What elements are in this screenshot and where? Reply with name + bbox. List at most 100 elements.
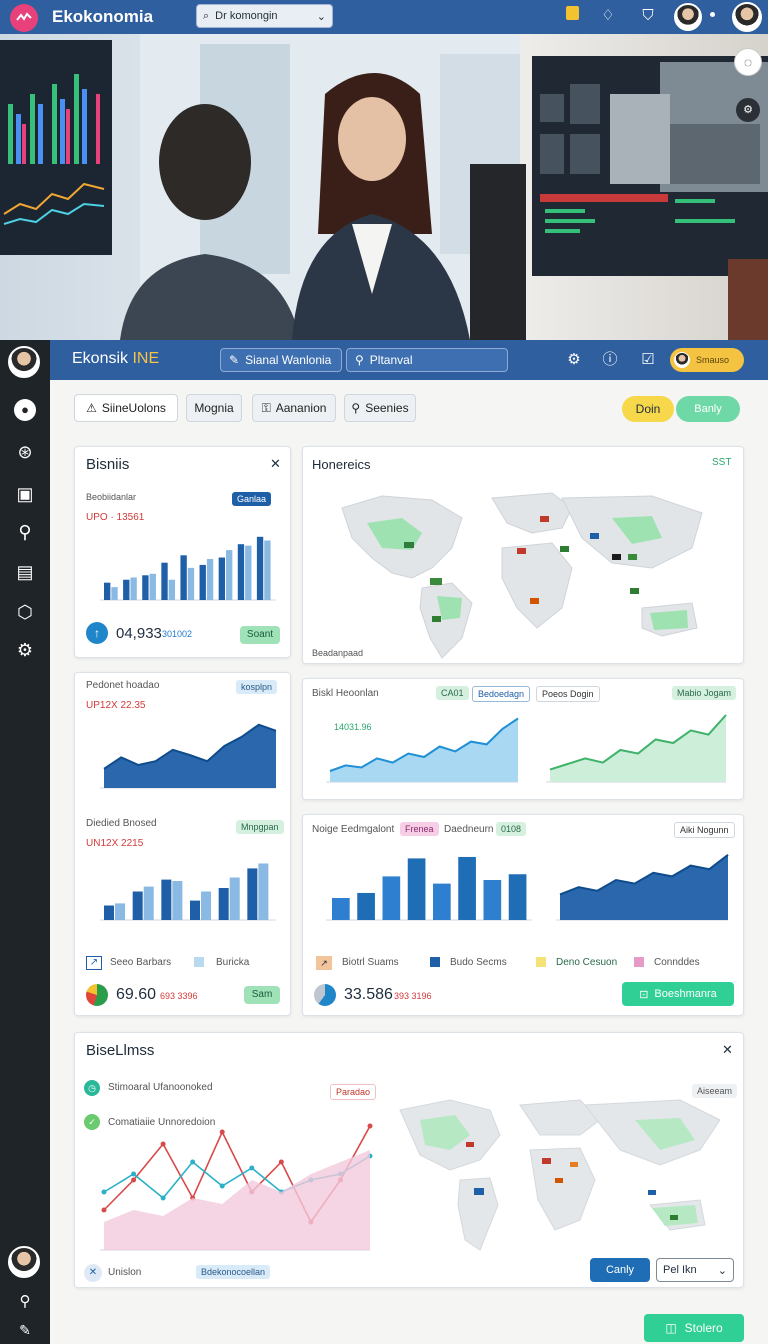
sidebar-avatar[interactable] bbox=[8, 346, 40, 378]
tab-mognia[interactable]: Mognia bbox=[186, 394, 242, 422]
bar-panel-tag4[interactable]: Aiki Nogunn bbox=[674, 822, 735, 838]
chevron-down-icon: ⌄ bbox=[717, 1264, 727, 1277]
search-icon[interactable]: ⚲ bbox=[13, 520, 37, 544]
bar bbox=[161, 562, 168, 600]
series-point bbox=[160, 1195, 166, 1201]
doin-button[interactable]: Doin bbox=[622, 396, 674, 422]
tab-seenies[interactable]: ⚲ Seenies bbox=[344, 394, 416, 422]
donut-icon-right bbox=[314, 984, 336, 1006]
legend-swatch-2 bbox=[430, 957, 440, 967]
profile-avatar[interactable] bbox=[732, 2, 762, 32]
app-logo-icon[interactable] bbox=[10, 4, 38, 32]
area-fill bbox=[330, 718, 518, 782]
series-point bbox=[131, 1171, 137, 1177]
cube-icon[interactable]: ⬡ bbox=[13, 600, 37, 624]
security-icon[interactable]: ⛉ bbox=[638, 6, 658, 26]
info-icon[interactable]: ⓘ bbox=[600, 350, 620, 370]
document-icon[interactable]: ▣ bbox=[13, 482, 37, 506]
tab-aananion[interactable]: ⚿ Aananion bbox=[252, 394, 336, 422]
bar bbox=[199, 564, 206, 600]
inner-search-1[interactable]: ✎ Sianal Wanlonia bbox=[220, 348, 342, 372]
bar bbox=[111, 587, 118, 600]
chart-icon: ⊡ bbox=[639, 988, 649, 1001]
bisnis-card-title: Bisniis bbox=[86, 456, 130, 473]
bottom-foot: Unislon bbox=[108, 1267, 142, 1278]
bar-panel-tag3[interactable]: 0108 bbox=[496, 822, 527, 836]
bottom-tag[interactable]: Paradao bbox=[330, 1084, 377, 1100]
bar bbox=[332, 898, 350, 920]
right-foot-button[interactable]: ⊡ Boeshmanra bbox=[622, 982, 734, 1006]
gear-icon[interactable]: ⚙ bbox=[564, 350, 584, 370]
right-foot-button-label: Boeshmanra bbox=[654, 988, 717, 1000]
close-icon-bottom[interactable]: ✕ bbox=[722, 1042, 733, 1058]
bisnis-chart-tag[interactable]: Ganlaa bbox=[232, 492, 272, 506]
more-dot-icon[interactable] bbox=[710, 12, 715, 17]
search-icon-bottom[interactable]: ⚲ bbox=[13, 1290, 37, 1314]
bar bbox=[104, 582, 111, 600]
bar bbox=[433, 883, 451, 920]
chat-bubble-icon[interactable]: ◌ bbox=[734, 48, 762, 76]
sidebar-bottom-avatar[interactable] bbox=[8, 1246, 40, 1278]
canly-button[interactable]: Canly bbox=[590, 1258, 650, 1282]
footer-button[interactable]: ◫ Stolero bbox=[644, 1314, 744, 1342]
bar-panel-tag1[interactable]: Frenea bbox=[400, 822, 439, 836]
dollar-icon[interactable]: ⊛ bbox=[13, 440, 37, 464]
right-foot-value-sub: 393 3196 bbox=[394, 991, 432, 1001]
legend-bottom-2: Budo Secms bbox=[450, 957, 507, 968]
inner-title-text: Ekonsik bbox=[72, 350, 133, 367]
line-panel-tag1[interactable]: CA01 bbox=[436, 686, 469, 700]
search-icon: ⌕ bbox=[203, 9, 210, 22]
bar bbox=[115, 903, 126, 920]
bar bbox=[256, 536, 264, 600]
shield-badge-icon[interactable] bbox=[562, 6, 582, 26]
bar-small-tag[interactable]: Mnpgpan bbox=[236, 820, 284, 834]
bottom-row1: Stimoaral Ufanoonoked bbox=[108, 1082, 213, 1093]
checkbox-icon[interactable]: ☑ bbox=[638, 350, 658, 370]
top-search-text: Dr komongin bbox=[215, 10, 278, 22]
user-pill[interactable]: Smauso bbox=[670, 348, 744, 372]
clock-icon: ◷ bbox=[84, 1080, 100, 1096]
unison-icon: ✕ bbox=[84, 1264, 102, 1282]
calendar-icon[interactable]: ▤ bbox=[13, 560, 37, 584]
bar-panel-tag2: Daedneurn bbox=[444, 824, 494, 835]
tab-solutions[interactable]: ⚠ SiineUolons bbox=[74, 394, 178, 422]
inner-search-2[interactable]: ⚲ Pltanval bbox=[346, 348, 508, 372]
line-panel-tag2[interactable]: Bedoedagn bbox=[472, 686, 531, 702]
banly-button[interactable]: Banly bbox=[676, 396, 740, 422]
series-point bbox=[249, 1165, 255, 1171]
bar bbox=[229, 877, 240, 920]
settings-float-icon[interactable]: ⚙ bbox=[736, 98, 760, 122]
left-foot-button[interactable]: Sam bbox=[244, 986, 280, 1004]
bar-small-chart bbox=[100, 863, 276, 921]
bell-icon[interactable]: ♢ bbox=[598, 6, 618, 26]
top-search-input[interactable]: ⌕ Dr komongin ⌄ bbox=[196, 4, 333, 28]
area-small-tag[interactable]: kosplpn bbox=[236, 680, 278, 694]
bar bbox=[264, 540, 271, 600]
bottom-world-map bbox=[399, 1099, 721, 1251]
map-card-title: Honereics bbox=[312, 457, 371, 472]
series-point bbox=[367, 1123, 373, 1129]
line-panel-tag4[interactable]: Mabio Jogam bbox=[672, 686, 737, 700]
gear-icon[interactable]: ⚙ bbox=[13, 638, 37, 662]
bottom-card-title: BiseLlmss bbox=[86, 1042, 155, 1059]
user-avatar[interactable] bbox=[674, 3, 702, 31]
legend-swatch-3 bbox=[536, 957, 546, 967]
bottom-foot-tag[interactable]: Bdekonocoellan bbox=[196, 1265, 271, 1279]
bar bbox=[130, 577, 137, 600]
bar bbox=[357, 892, 375, 920]
left-foot-value-sub: 693 3396 bbox=[160, 991, 198, 1001]
tab-seenies-label: Seenies bbox=[365, 401, 409, 415]
chat-icon: ◫ bbox=[665, 1321, 677, 1335]
bisnis-chart-title: Beobiidanlar bbox=[86, 492, 137, 502]
bottom-line-chart bbox=[100, 1123, 373, 1251]
user-icon[interactable]: ● bbox=[13, 396, 37, 421]
bar bbox=[218, 557, 226, 600]
legend-barbars: Seeo Barbars bbox=[110, 957, 172, 968]
bisnis-soant-button[interactable]: Soant bbox=[240, 626, 280, 644]
close-icon[interactable]: ✕ bbox=[270, 456, 281, 472]
bar bbox=[483, 880, 502, 920]
legend-bottom-4: Connddes bbox=[654, 957, 700, 968]
bottom-select[interactable]: Pel Ikn ⌄ bbox=[656, 1258, 734, 1282]
edit-icon[interactable]: ✎ bbox=[13, 1318, 37, 1342]
line-panel-tag3[interactable]: Poeos Dogin bbox=[536, 686, 600, 702]
